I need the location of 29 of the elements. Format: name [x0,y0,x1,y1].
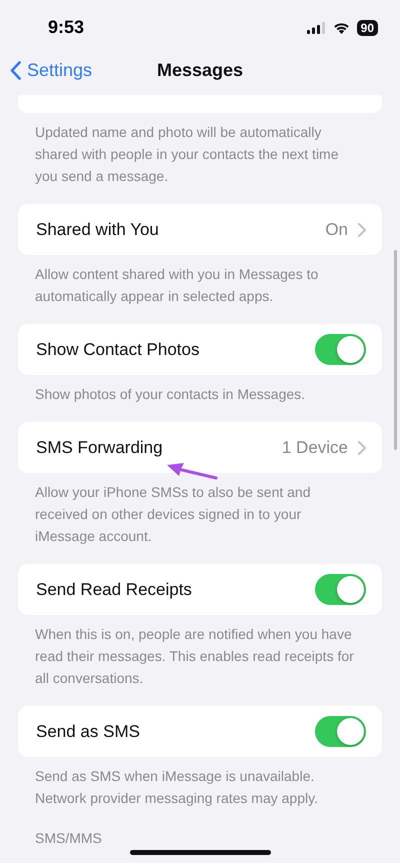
toggle-switch[interactable] [315,334,366,365]
row-description: Updated name and photo will be automatically shared with people in your contacts the next time you send a message. [34,123,340,186]
pointer-arrow [166,463,218,480]
row-label: Send as SMS [36,722,141,742]
back-chevron-icon [10,60,21,80]
row-label: Send Read Receipts [36,580,193,600]
battery-level: 90 [356,20,378,36]
status-time: 9:53 [48,16,84,38]
chevron-icon [358,440,366,454]
wifi-icon [332,22,350,34]
row-description: Send as SMS when iMessage is unavailable. Network provider messaging rates may apply. [34,767,319,808]
section-header: SMS/MMS [34,829,103,848]
row-label: SMS Forwarding [36,438,164,458]
row-value: On [325,220,348,240]
row-value: 1 Device [282,438,348,458]
toggle-switch[interactable] [315,574,366,605]
row-label: Shared with You [36,220,160,240]
row-description: Allow your iPhone SMSs to also be sent and received on other devices signed in to your iMessage account. [34,483,312,546]
signal-icon [306,22,326,34]
page-title: Messages [156,60,244,80]
settings-row[interactable]: SMS Forwarding 1 Device [18,422,382,473]
row-description: Show photos of your contacts in Messages. [34,385,306,404]
row-description: When this is on, people are notified when you have read their messages. This enables read receipts for all conversations. [34,625,355,688]
settings-row[interactable]: Shared with You On [18,204,382,255]
row-label: Show Contact Photos [36,340,200,360]
back-button[interactable]: Settings [0,60,92,80]
toggle-switch[interactable] [315,716,366,747]
row-description: Allow content shared with you in Messages to automatically appear in selected apps. [34,265,320,306]
chevron-icon [358,222,366,236]
